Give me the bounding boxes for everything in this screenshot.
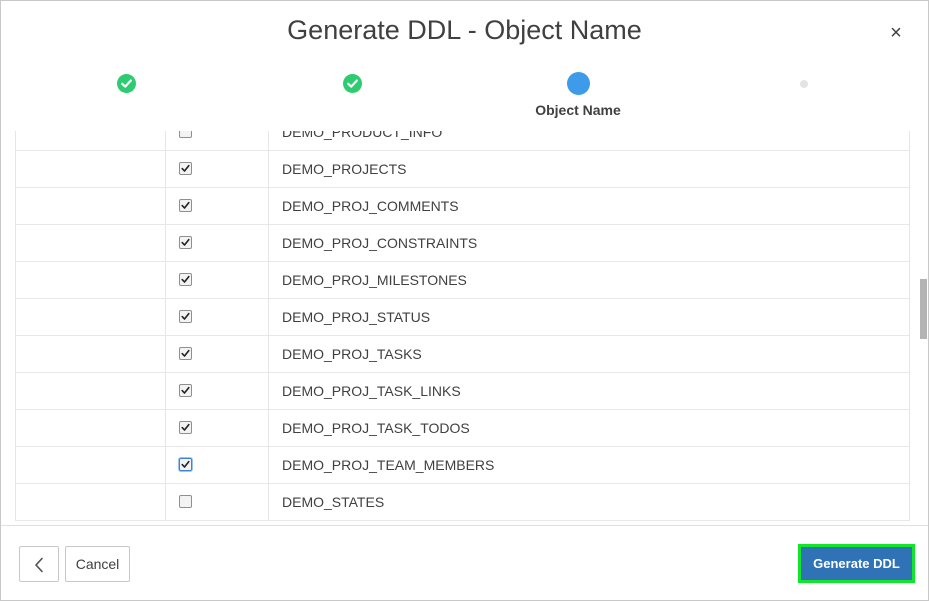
row-spacer-cell [16,131,166,150]
check-icon [342,74,362,93]
object-name: DEMO_PROJ_TASK_LINKS [282,383,461,399]
row-checkbox-cell [166,188,269,224]
row-checkbox-cell [166,131,269,150]
checkmark-icon [181,312,190,320]
object-checkbox[interactable] [179,384,192,397]
future-step-marker [800,80,808,88]
row-spacer-cell [16,299,166,335]
object-checkbox[interactable] [179,421,192,434]
wizard-step-4 [724,73,884,88]
check-icon [116,74,136,93]
object-name: DEMO_PROJ_MILESTONES [282,272,467,288]
object-name: DEMO_PROJ_COMMENTS [282,198,459,214]
checkmark-icon [181,349,190,357]
row-spacer-cell [16,484,166,520]
current-step-marker [566,72,590,95]
row-checkbox-cell [166,484,269,520]
row-checkbox-cell [166,447,269,483]
row-checkbox-cell [166,151,269,187]
object-name: DEMO_PROJ_TEAM_MEMBERS [282,457,495,473]
current-step-label: Object Name [535,102,621,118]
row-spacer-cell [16,447,166,483]
back-button[interactable] [19,546,59,582]
row-checkbox-cell [166,262,269,298]
object-checkbox[interactable] [179,495,192,508]
table-row: DEMO_PROJ_COMMENTS [16,188,909,225]
wizard-progress: Object Name [1,72,928,123]
object-checkbox[interactable] [179,131,192,138]
row-spacer-cell [16,188,166,224]
dialog-footer: Cancel Generate DDL [1,525,928,600]
table-row: DEMO_PROJ_TEAM_MEMBERS [16,447,909,484]
object-name: DEMO_PROJ_TASKS [282,346,422,362]
table-row: DEMO_PROJ_STATUS [16,299,909,336]
object-checkbox[interactable] [179,310,192,323]
row-checkbox-cell [166,225,269,261]
object-checkbox[interactable] [179,162,192,175]
table-row: DEMO_PROJ_TASKS [16,336,909,373]
generate-ddl-dialog: Generate DDL - Object Name × Object Name [0,0,929,601]
checkmark-icon [181,238,190,246]
checkmark-icon [181,423,190,431]
checkmark-icon [181,164,190,172]
row-spacer-cell [16,262,166,298]
table-row: DEMO_PROJ_MILESTONES [16,262,909,299]
row-spacer-cell [16,410,166,446]
wizard-step-1 [46,73,206,93]
object-name: DEMO_PROJ_STATUS [282,309,431,325]
cancel-button[interactable]: Cancel [65,546,130,582]
scrollbar-thumb[interactable] [920,279,927,339]
table-row: DEMO_PRODUCT_INFO [16,131,909,151]
object-checkbox[interactable] [179,273,192,286]
object-name: DEMO_STATES [282,494,385,510]
object-name: DEMO_PROJ_TASK_TODOS [282,420,470,436]
wizard-step-3: Object Name [498,72,658,118]
row-spacer-cell [16,373,166,409]
generate-ddl-button[interactable]: Generate DDL [798,544,915,583]
checkmark-icon [181,386,190,394]
checkmark-icon [181,460,190,468]
dialog-header: Generate DDL - Object Name × Object Name [1,1,928,131]
table-row: DEMO_PROJ_TASK_LINKS [16,373,909,410]
close-button[interactable]: × [884,21,908,45]
object-checkbox[interactable] [179,458,192,471]
row-spacer-cell [16,336,166,372]
checkmark-icon [181,201,190,209]
table-row: DEMO_PROJ_TASK_TODOS [16,410,909,447]
dialog-title: Generate DDL - Object Name [287,15,642,45]
object-checkbox[interactable] [179,347,192,360]
row-checkbox-cell [166,410,269,446]
close-icon: × [890,22,902,44]
object-list-region[interactable]: DEMO_PRODUCT_INFO DEMO_PROJECTS DEMO_PROJ_… [1,131,928,525]
object-list: DEMO_PRODUCT_INFO DEMO_PROJECTS DEMO_PROJ_… [15,131,910,521]
object-name: DEMO_PRODUCT_INFO [282,131,443,140]
object-name: DEMO_PROJECTS [282,161,407,177]
object-checkbox[interactable] [179,236,192,249]
table-row: DEMO_STATES [16,484,909,521]
object-checkbox[interactable] [179,199,192,212]
row-checkbox-cell [166,299,269,335]
scrollbar[interactable] [919,131,928,525]
row-checkbox-cell [166,336,269,372]
chevron-left-icon [35,557,43,573]
row-spacer-cell [16,151,166,187]
object-name: DEMO_PROJ_CONSTRAINTS [282,235,478,251]
wizard-step-2 [272,73,432,93]
table-row: DEMO_PROJECTS [16,151,909,188]
checkmark-icon [181,275,190,283]
row-checkbox-cell [166,373,269,409]
table-row: DEMO_PROJ_CONSTRAINTS [16,225,909,262]
row-spacer-cell [16,225,166,261]
